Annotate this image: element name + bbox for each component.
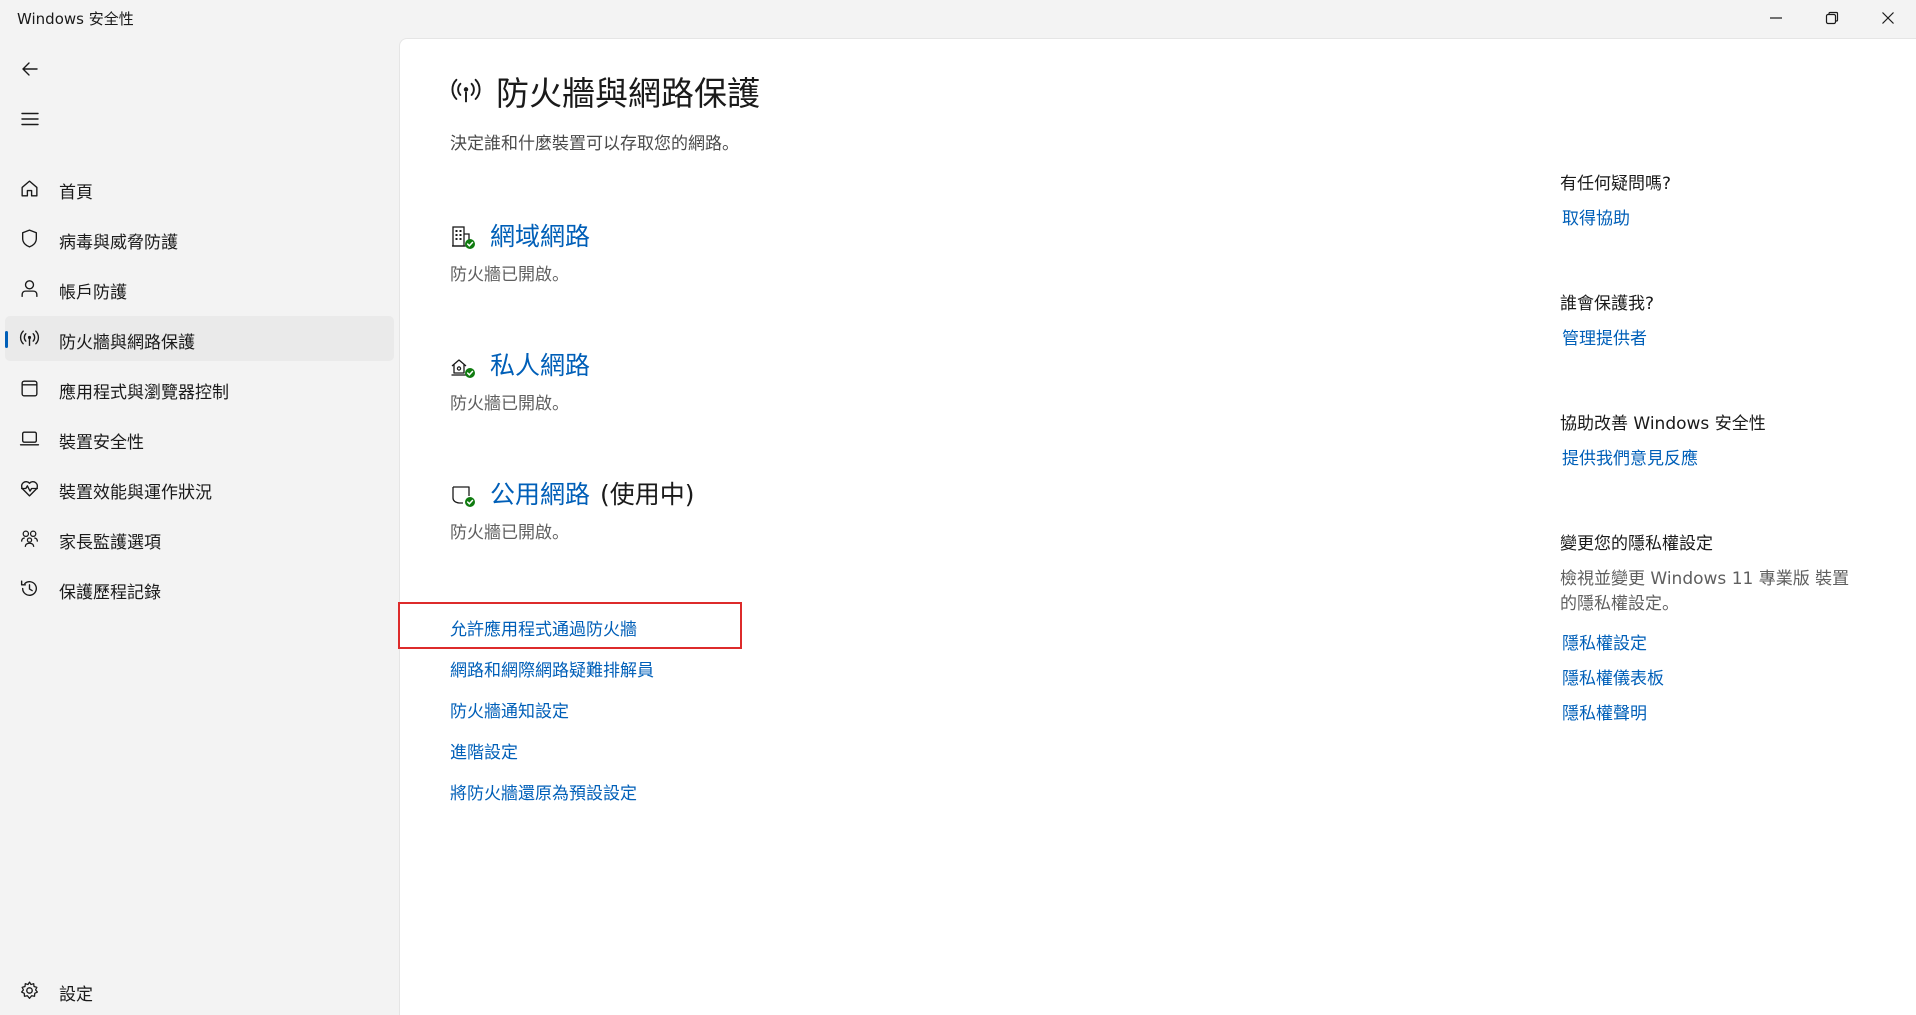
domain-network-icon [452, 226, 475, 249]
public-network-link[interactable]: 公用網路 [490, 480, 590, 509]
get-help-link[interactable]: 取得協助 [1562, 204, 1630, 229]
sidebar-item-firewall[interactable]: 防火牆與網路保護 [5, 316, 394, 361]
privacy-dashboard-link[interactable]: 隱私權儀表板 [1562, 664, 1664, 689]
firewall-status: 防火牆已開啟。 [450, 265, 569, 285]
shield-icon [18, 227, 40, 249]
sidebar-item-label: 家長監護選項 [59, 533, 161, 553]
family-icon [18, 527, 40, 549]
sidebar-item-label: 帳戶防護 [59, 283, 127, 303]
back-arrow-icon [22, 62, 38, 76]
heart-pulse-icon [18, 477, 40, 499]
sidebar-item-label: 病毒與威脅防護 [59, 233, 178, 253]
sidebar: 首頁 病毒與威脅防護 帳戶防護 防火牆與網路保護 應用程式與瀏覽器控制 裝置安全… [0, 38, 398, 1014]
private-network-icon [451, 359, 475, 378]
page-header: 防火牆與網路保護 [450, 69, 760, 113]
privacy-statement-link[interactable]: 隱私權聲明 [1562, 699, 1647, 724]
public-network-section: 公用網路 (使用中) 防火牆已開啟。 [450, 473, 1150, 553]
sidebar-item-label: 首頁 [59, 183, 93, 203]
sidebar-item-label: 應用程式與瀏覽器控制 [59, 383, 229, 403]
active-indicator [5, 331, 8, 348]
firewall-status: 防火牆已開啟。 [450, 523, 569, 543]
privacy-heading: 變更您的隱私權設定 [1560, 534, 1713, 554]
sidebar-item-settings[interactable]: 設定 [5, 968, 394, 1013]
back-button[interactable] [14, 53, 46, 85]
allow-app-through-firewall-link[interactable]: 允許應用程式通過防火牆 [450, 615, 637, 640]
sidebar-item-family-options[interactable]: 家長監護選項 [5, 516, 394, 561]
antenna-icon [18, 327, 40, 349]
sidebar-item-label: 保護歷程記錄 [59, 583, 161, 603]
domain-network-link[interactable]: 網域網路 [490, 222, 590, 251]
page-title: 防火牆與網路保護 [496, 74, 760, 113]
sidebar-item-device-performance[interactable]: 裝置效能與運作狀況 [5, 466, 394, 511]
private-network-section: 私人網路 防火牆已開啟。 [450, 344, 1150, 424]
sidebar-item-label: 裝置效能與運作狀況 [59, 483, 212, 503]
sidebar-item-virus-protection[interactable]: 病毒與威脅防護 [5, 216, 394, 261]
network-active-label: (使用中) [600, 480, 695, 509]
restore-firewall-defaults-link[interactable]: 將防火牆還原為預設設定 [450, 779, 637, 804]
sidebar-item-app-browser-control[interactable]: 應用程式與瀏覽器控制 [5, 366, 394, 411]
page-subtitle: 決定誰和什麼裝置可以存取您的網路。 [450, 134, 739, 154]
main-content: 防火牆與網路保護 決定誰和什麼裝置可以存取您的網路。 網域網路 防火牆已開啟。 … [398, 38, 1916, 1015]
sidebar-item-label: 設定 [59, 985, 93, 1005]
title-bar: Windows 安全性 [0, 0, 1916, 38]
sidebar-item-label: 裝置安全性 [59, 433, 144, 453]
close-button[interactable] [1860, 0, 1916, 36]
laptop-icon [18, 427, 40, 449]
provider-heading: 誰會保護我? [1560, 294, 1655, 314]
sidebar-item-home[interactable]: 首頁 [5, 166, 394, 211]
app-window-icon [18, 377, 40, 399]
hamburger-menu-icon [21, 112, 39, 126]
privacy-settings-link[interactable]: 隱私權設定 [1562, 629, 1647, 654]
sidebar-item-device-security[interactable]: 裝置安全性 [5, 416, 394, 461]
privacy-description: 檢視並變更 Windows 11 專業版 裝置的隱私權設定。 [1560, 569, 1850, 614]
restore-icon [1825, 11, 1839, 25]
sidebar-item-label: 防火牆與網路保護 [59, 333, 195, 353]
help-heading: 有任何疑問嗎? [1560, 174, 1672, 194]
network-troubleshooter-link[interactable]: 網路和網際網路疑難排解員 [450, 656, 654, 681]
give-feedback-link[interactable]: 提供我們意見反應 [1562, 444, 1698, 469]
minimize-button[interactable] [1748, 0, 1804, 36]
advanced-settings-link[interactable]: 進階設定 [450, 738, 518, 763]
sidebar-item-protection-history[interactable]: 保護歷程記錄 [5, 566, 394, 611]
improve-heading: 協助改善 Windows 安全性 [1560, 414, 1766, 434]
close-icon [1882, 12, 1894, 24]
sidebar-item-account-protection[interactable]: 帳戶防護 [5, 266, 394, 311]
minimize-icon [1770, 17, 1782, 19]
public-network-icon [452, 486, 475, 507]
firewall-status: 防火牆已開啟。 [450, 394, 569, 414]
restore-button[interactable] [1804, 0, 1860, 36]
firewall-notification-settings-link[interactable]: 防火牆通知設定 [450, 697, 569, 722]
home-icon [18, 177, 40, 199]
hamburger-menu-button[interactable] [14, 103, 46, 135]
antenna-icon [451, 78, 481, 103]
gear-icon [18, 979, 40, 1001]
app-title: Windows 安全性 [17, 10, 134, 28]
person-icon [18, 277, 40, 299]
history-icon [18, 577, 40, 599]
manage-providers-link[interactable]: 管理提供者 [1562, 324, 1647, 349]
private-network-link[interactable]: 私人網路 [490, 351, 590, 380]
domain-network-section: 網域網路 防火牆已開啟。 [450, 215, 1150, 295]
